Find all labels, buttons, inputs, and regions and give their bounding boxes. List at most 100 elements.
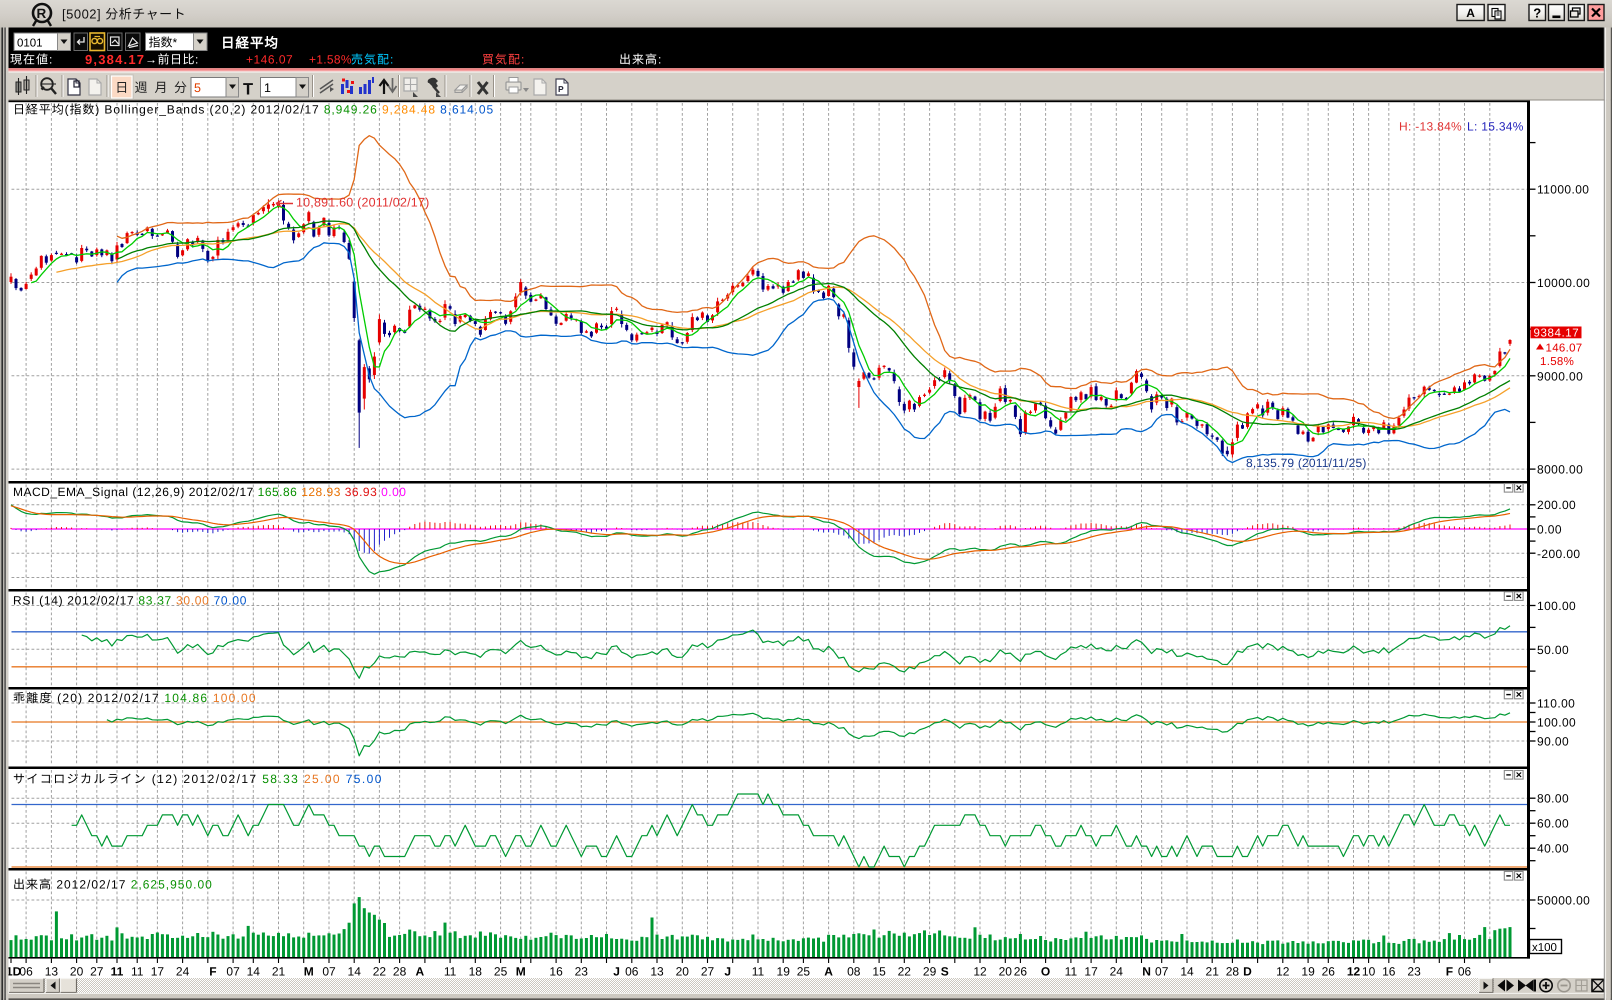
svg-text:10000.00: 10000.00 (1537, 276, 1590, 290)
svg-text:24: 24 (176, 965, 190, 979)
svg-text:12: 12 (1276, 965, 1290, 979)
svg-text:27: 27 (701, 965, 715, 979)
svg-text:O: O (1041, 965, 1050, 979)
svg-text:→前日比:: →前日比: (145, 53, 199, 67)
svg-text:?: ? (1533, 6, 1541, 21)
svg-text:J: J (724, 965, 731, 979)
svg-text:17: 17 (1084, 965, 1098, 979)
svg-text:x100: x100 (1532, 942, 1557, 954)
svg-text:-200.00: -200.00 (1537, 547, 1581, 561)
svg-text:サイコロジカルライン (12) 2012/02/17 58.: サイコロジカルライン (12) 2012/02/17 58.33 25.00 7… (13, 772, 383, 786)
svg-text:P: P (558, 84, 564, 94)
svg-text:110.00: 110.00 (1537, 697, 1575, 711)
svg-text:23: 23 (575, 965, 589, 979)
svg-text:8,135.79 (2011/11/25): 8,135.79 (2011/11/25) (1246, 456, 1367, 470)
svg-text:06: 06 (625, 965, 639, 979)
svg-text:20: 20 (70, 965, 84, 979)
svg-text:F: F (209, 965, 216, 979)
svg-text:9384.17: 9384.17 (1534, 327, 1580, 339)
svg-text:9,384.17: 9,384.17 (85, 52, 145, 67)
svg-text:9000.00: 9000.00 (1537, 369, 1583, 383)
svg-text:11: 11 (131, 965, 144, 979)
svg-text:S: S (941, 965, 949, 979)
svg-text:14: 14 (348, 965, 362, 979)
svg-text:07: 07 (322, 965, 336, 979)
svg-text:H: -13.84%: H: -13.84% (1399, 120, 1462, 134)
svg-text:0101: 0101 (17, 38, 43, 50)
svg-text:07: 07 (226, 965, 240, 979)
svg-text:16: 16 (1382, 965, 1396, 979)
svg-text:A: A (415, 965, 424, 979)
svg-text:19: 19 (777, 965, 791, 979)
svg-text:27: 27 (90, 965, 104, 979)
svg-text:8000.00: 8000.00 (1537, 463, 1583, 477)
svg-text:分: 分 (174, 80, 187, 95)
svg-text:売気配:: 売気配: (351, 53, 394, 67)
svg-text:出来高:: 出来高: (619, 53, 662, 67)
svg-text:11: 11 (1065, 965, 1078, 979)
svg-text:月: 月 (154, 80, 167, 95)
svg-text:25: 25 (494, 965, 508, 979)
svg-text:29: 29 (923, 965, 937, 979)
svg-text:200.00: 200.00 (1537, 498, 1576, 512)
svg-text:1.58%: 1.58% (1540, 356, 1574, 368)
svg-text:N: N (1142, 965, 1151, 979)
svg-text:90.00: 90.00 (1537, 735, 1569, 749)
svg-text:13: 13 (45, 965, 59, 979)
svg-text:22: 22 (373, 965, 387, 979)
svg-text:買気配:: 買気配: (482, 53, 525, 67)
svg-text:日経平均: 日経平均 (221, 36, 279, 51)
svg-text:[5002] 分析チャート: [5002] 分析チャート (62, 7, 186, 22)
svg-text:11000.00: 11000.00 (1537, 183, 1589, 197)
svg-text:50.00: 50.00 (1537, 643, 1569, 657)
svg-text:06: 06 (19, 965, 33, 979)
svg-text:+1.58%: +1.58% (309, 53, 352, 67)
svg-text:100.00: 100.00 (1537, 599, 1576, 613)
svg-text:24: 24 (1110, 965, 1124, 979)
svg-text:A: A (824, 965, 833, 979)
svg-text:28: 28 (1226, 965, 1240, 979)
svg-text:80.00: 80.00 (1537, 792, 1569, 806)
svg-text:指数*: 指数* (149, 36, 178, 50)
svg-text:1: 1 (264, 81, 271, 95)
svg-text:26: 26 (1014, 965, 1028, 979)
svg-text:現在値:: 現在値: (10, 53, 53, 67)
svg-text:10: 10 (1362, 965, 1376, 979)
svg-text:11: 11 (752, 965, 765, 979)
svg-text:+146.07: +146.07 (246, 53, 293, 67)
svg-text:23: 23 (1407, 965, 1421, 979)
svg-text:21: 21 (272, 965, 286, 979)
svg-text:28: 28 (393, 965, 407, 979)
svg-text:12: 12 (1347, 965, 1361, 979)
svg-text:L: 15.34%: L: 15.34% (1467, 120, 1524, 134)
svg-text:16: 16 (549, 965, 563, 979)
svg-text:06: 06 (1458, 965, 1472, 979)
svg-text:19: 19 (1301, 965, 1315, 979)
svg-text:RSI (14) 2012/02/17 83.37 30.0: RSI (14) 2012/02/17 83.37 30.00 70.00 (13, 594, 247, 608)
svg-text:60.00: 60.00 (1537, 817, 1569, 831)
svg-text:M: M (516, 965, 526, 979)
svg-text:18: 18 (469, 965, 483, 979)
svg-text:17: 17 (151, 965, 165, 979)
svg-text:M: M (304, 965, 314, 979)
svg-text:J: J (613, 965, 620, 979)
svg-text:146.07: 146.07 (1546, 343, 1583, 355)
svg-text:D: D (1243, 965, 1252, 979)
svg-text:0.00: 0.00 (1537, 523, 1562, 537)
svg-text:A: A (1466, 6, 1475, 20)
svg-text:13: 13 (650, 965, 664, 979)
svg-text:20: 20 (676, 965, 690, 979)
svg-text:週: 週 (134, 80, 147, 95)
svg-text:08: 08 (847, 965, 861, 979)
svg-text:15: 15 (872, 965, 886, 979)
svg-text:5: 5 (194, 81, 201, 95)
svg-text:F: F (1446, 965, 1453, 979)
svg-text:20: 20 (999, 965, 1013, 979)
svg-text:22: 22 (898, 965, 912, 979)
svg-text:乖離度 (20) 2012/02/17 104.86 100: 乖離度 (20) 2012/02/17 104.86 100.00 (13, 691, 257, 705)
svg-text:100.00: 100.00 (1537, 716, 1576, 730)
svg-text:21: 21 (1206, 965, 1220, 979)
svg-text:日: 日 (115, 80, 128, 95)
svg-text:07: 07 (1155, 965, 1169, 979)
svg-text:MACD_EMA_Signal (12,26,9) 2012: MACD_EMA_Signal (12,26,9) 2012/02/17 165… (13, 485, 406, 499)
